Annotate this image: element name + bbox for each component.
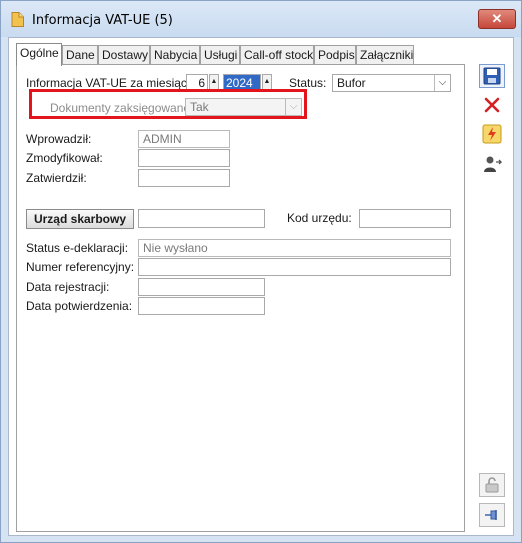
window-title: Informacja VAT-UE (5) [32,13,173,28]
lightning-icon [482,124,502,144]
month-spin-up-icon[interactable]: ▲ [209,74,219,90]
document-icon [11,12,24,27]
confirm-date-field [138,297,265,315]
chevron-down-icon[interactable]: ⌵ [434,75,450,91]
tab-dane[interactable]: Dane [62,45,98,65]
approve-button[interactable] [479,122,505,146]
approved-by-label: Zatwierdził: [26,171,87,185]
tax-office-button[interactable]: Urząd skarbowy [26,209,134,229]
edecl-status-label: Status e-deklaracji: [26,241,129,255]
highlight-box [29,89,307,119]
tab-zalaczniki[interactable]: Załączniki [356,45,414,65]
edecl-status-field: Nie wysłano [138,239,451,257]
pin-icon [485,510,497,520]
general-tab-panel: Informacja VAT-UE za miesiąc: 6 ▲ 2024 ▲… [16,64,465,532]
year-spin-up-icon[interactable]: ▲ [262,74,272,90]
modified-by-label: Zmodyfikował: [26,151,103,165]
person-icon [484,156,502,172]
status-label: Status: [289,76,327,90]
ref-number-field [138,258,451,276]
confirm-date-label: Data potwierdzenia: [26,299,133,313]
tab-nabycia[interactable]: Nabycia [150,45,200,65]
approved-by-field [138,169,230,187]
save-button[interactable] [479,64,505,88]
tab-podpis[interactable]: Podpis [314,45,356,65]
dialog-window: Informacja VAT-UE (5) ✕ Ogólne Dane Dost… [0,0,522,543]
entered-by-field: ADMIN [138,130,230,148]
tab-ogolne[interactable]: Ogólne [16,43,62,66]
ref-number-label: Numer referencyjny: [26,260,135,274]
close-button[interactable]: ✕ [478,9,516,29]
reg-date-label: Data rejestracji: [26,280,110,294]
tab-dostawy[interactable]: Dostawy [98,45,150,65]
entered-by-label: Wprowadził: [26,132,92,146]
save-icon [483,67,501,85]
delete-button[interactable] [479,93,505,117]
pin-button[interactable] [479,503,505,527]
period-label: Informacja VAT-UE za miesiąc: [26,76,191,90]
tab-call-off-stock[interactable]: Call-off stock [240,45,314,65]
office-code-label: Kod urzędu: [287,211,352,225]
user-action-button[interactable] [479,152,505,176]
reg-date-field [138,278,265,296]
tax-office-field[interactable] [138,209,265,228]
lock-button[interactable] [479,473,505,497]
title-bar[interactable]: Informacja VAT-UE (5) ✕ [1,1,521,37]
status-select-value: Bufor [337,76,366,90]
status-select[interactable]: Bufor ⌵ [332,74,451,92]
modified-by-field [138,149,230,167]
delete-icon [484,97,500,113]
office-code-field[interactable] [359,209,451,228]
tab-uslugi[interactable]: Usługi [200,45,240,65]
lock-icon [485,477,499,493]
